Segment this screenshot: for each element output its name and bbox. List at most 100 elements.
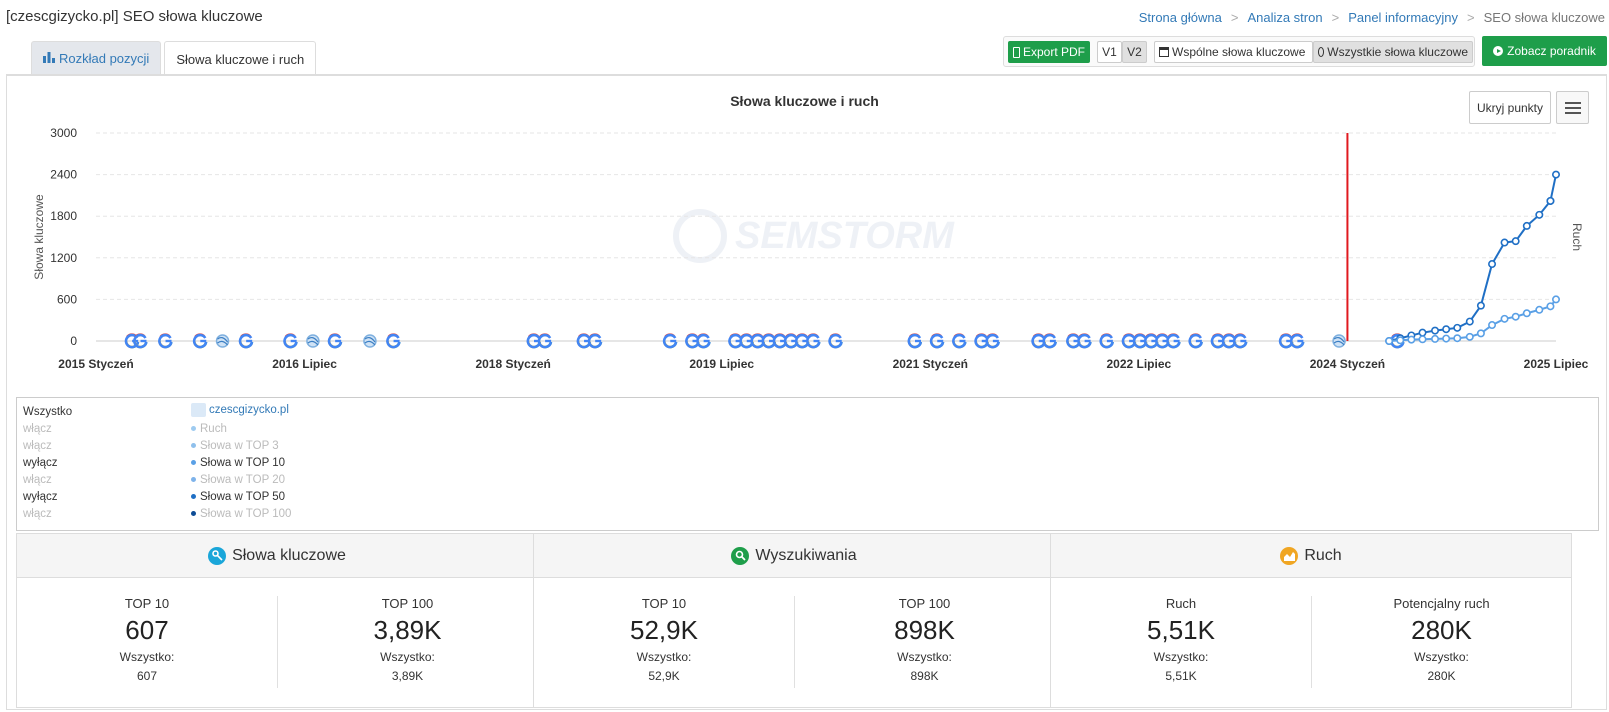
legend-bullet xyxy=(191,460,196,466)
stat-label: Ruch xyxy=(1165,596,1197,611)
series-point xyxy=(1535,210,1544,219)
legend-site[interactable]: czescgizycko.pl xyxy=(191,403,289,417)
series-point xyxy=(1488,321,1497,330)
card-stat-top10: TOP 10 607 Wszystko: 607 xyxy=(17,578,277,709)
y-tick-label: 600 xyxy=(57,292,77,306)
legend-item-label: Słowa w TOP 50 xyxy=(200,491,286,503)
tab-label: Rozkład pozycji xyxy=(59,51,150,66)
breadcrumb-separator: > xyxy=(1230,10,1239,25)
x-tick-label: 2015 Styczeń xyxy=(58,357,133,371)
breadcrumb-dashboard[interactable]: Panel informacyjny xyxy=(1348,10,1458,25)
legend-toggle-top10[interactable]: wyłącz xyxy=(23,457,58,469)
card-stat-top100: TOP 100 3,89K Wszystko: 3,89K xyxy=(277,596,537,688)
version-v1-button[interactable]: V1 xyxy=(1097,41,1122,63)
series-point xyxy=(1500,238,1509,247)
tab-keywords-traffic[interactable]: Słowa kluczowe i ruch xyxy=(164,41,317,76)
legend-site-label: czescgizycko.pl xyxy=(209,404,289,417)
x-tick-label: 2016 Lipiec xyxy=(272,357,337,371)
series-point xyxy=(1396,336,1405,345)
stat-all-value: 52,9K xyxy=(648,669,680,683)
legend-bullet xyxy=(191,511,196,517)
breadcrumb-site-analysis[interactable]: Analiza stron xyxy=(1247,10,1322,25)
card-title: Słowa kluczowe xyxy=(232,546,346,564)
y-tick-label: 1200 xyxy=(50,251,77,265)
series-point xyxy=(1511,237,1520,246)
all-keywords-button[interactable]: Wszystkie słowa kluczowe xyxy=(1313,41,1473,63)
breadcrumb-current: SEO słowa kluczowe xyxy=(1483,10,1605,25)
legend-all-toggle[interactable]: Wszystko xyxy=(23,406,72,418)
x-tick-label: 2024 Styczeń xyxy=(1310,357,1385,371)
chart-toolbar: Export PDF V1 V2 Wspólne słowa kluczowe … xyxy=(1003,36,1475,67)
stat-value: 52,9K xyxy=(630,615,698,645)
legend-toggle-top50[interactable]: wyłącz xyxy=(23,491,58,503)
chart-legend: Wszystko czescgizycko.pl włącz Ruch włąc… xyxy=(16,397,1599,531)
series-point xyxy=(1385,337,1394,346)
clock-icon xyxy=(1318,47,1325,57)
series-point xyxy=(1511,312,1520,321)
export-pdf-button[interactable]: Export PDF xyxy=(1008,41,1090,63)
see-guide-button[interactable]: Zobacz poradnik xyxy=(1482,36,1607,66)
card-stat-top10: TOP 10 52,9K Wszystko: 52,9K xyxy=(534,578,794,709)
card-stat-potential-traffic: Potencjalny ruch 280K Wszystko: 280K xyxy=(1311,596,1571,688)
series-point xyxy=(1418,335,1427,344)
stat-value: 5,51K xyxy=(1147,615,1215,645)
card-title: Ruch xyxy=(1304,546,1342,564)
tab-position-distribution[interactable]: Rozkład pozycji xyxy=(31,41,162,75)
y-axis-label-right: Ruch xyxy=(1570,223,1584,251)
play-circle-icon xyxy=(1493,46,1504,56)
card-traffic: Ruch Ruch 5,51K Wszystko: 5,51K Potencja… xyxy=(1050,533,1572,708)
breadcrumb-home[interactable]: Strona główna xyxy=(1139,10,1222,25)
chart-title: Słowa kluczowe i ruch xyxy=(730,93,879,109)
card-keywords: Słowa kluczowe TOP 10 607 Wszystko: 607 … xyxy=(16,533,538,708)
x-tick-label: 2018 Styczeń xyxy=(475,357,550,371)
legend-item-top10: Słowa w TOP 10 xyxy=(191,457,285,469)
legend-bullet xyxy=(191,426,196,432)
stat-label: Potencjalny ruch xyxy=(1393,596,1490,611)
guide-label: Zobacz poradnik xyxy=(1507,44,1596,58)
series-point xyxy=(1552,170,1561,179)
legend-bullet xyxy=(191,443,196,449)
series-point xyxy=(1465,317,1474,326)
y-tick-label: 0 xyxy=(70,334,77,348)
watermark-logo xyxy=(673,209,727,263)
series-point xyxy=(1418,328,1427,337)
series-point xyxy=(1442,325,1451,334)
stat-label: TOP 100 xyxy=(898,596,951,611)
series-point xyxy=(1465,332,1474,341)
legend-toggle-ruch[interactable]: włącz xyxy=(23,423,52,435)
legend-toggle-top3[interactable]: włącz xyxy=(23,440,52,452)
series-point xyxy=(1442,334,1451,343)
stat-all-value: 5,51K xyxy=(1165,669,1197,683)
series-point xyxy=(1546,196,1555,205)
y-axis-label: Słowa kluczowe xyxy=(32,194,46,280)
series-point xyxy=(1535,305,1544,314)
bar-chart-icon xyxy=(43,51,55,66)
card-stat-top100: TOP 100 898K Wszystko: 898K xyxy=(794,596,1054,688)
legend-bullet xyxy=(191,477,196,483)
stat-value: 898K xyxy=(894,615,955,645)
version-v2-button[interactable]: V2 xyxy=(1122,41,1147,63)
series-point xyxy=(1522,309,1531,318)
series-point xyxy=(1546,302,1555,311)
site-favicon-icon xyxy=(191,403,206,417)
stat-all-value: 280K xyxy=(1427,669,1456,683)
series-point xyxy=(1431,326,1440,335)
legend-toggle-top100[interactable]: włącz xyxy=(23,508,52,520)
keywords-traffic-chart: SEMSTORM 0 600 1200 1800 2400 3000 Słowa kluczo… xyxy=(32,126,1589,371)
stat-all-label: Wszystko: xyxy=(897,650,952,664)
calendar-icon xyxy=(1159,47,1169,57)
view-tabs: Rozkład pozycji Słowa kluczowe i ruch xyxy=(31,41,317,76)
legend-bullet xyxy=(191,494,196,500)
series-point xyxy=(1552,295,1561,304)
stat-label: TOP 10 xyxy=(641,596,687,611)
stat-all-label: Wszystko: xyxy=(1414,650,1469,664)
stat-all-label: Wszystko: xyxy=(380,650,435,664)
all-keywords-label: Wszystkie słowa kluczowe xyxy=(1327,45,1468,59)
common-keywords-button[interactable]: Wspólne słowa kluczowe xyxy=(1154,41,1313,63)
x-tick-label: 2019 Lipiec xyxy=(689,357,754,371)
legend-item-ruch: Ruch xyxy=(191,423,227,435)
stat-all-label: Wszystko: xyxy=(119,650,175,664)
stat-all-label: Wszystko: xyxy=(636,650,692,664)
x-tick-label: 2025 Lipiec xyxy=(1524,357,1589,371)
legend-toggle-top20[interactable]: włącz xyxy=(23,474,52,486)
